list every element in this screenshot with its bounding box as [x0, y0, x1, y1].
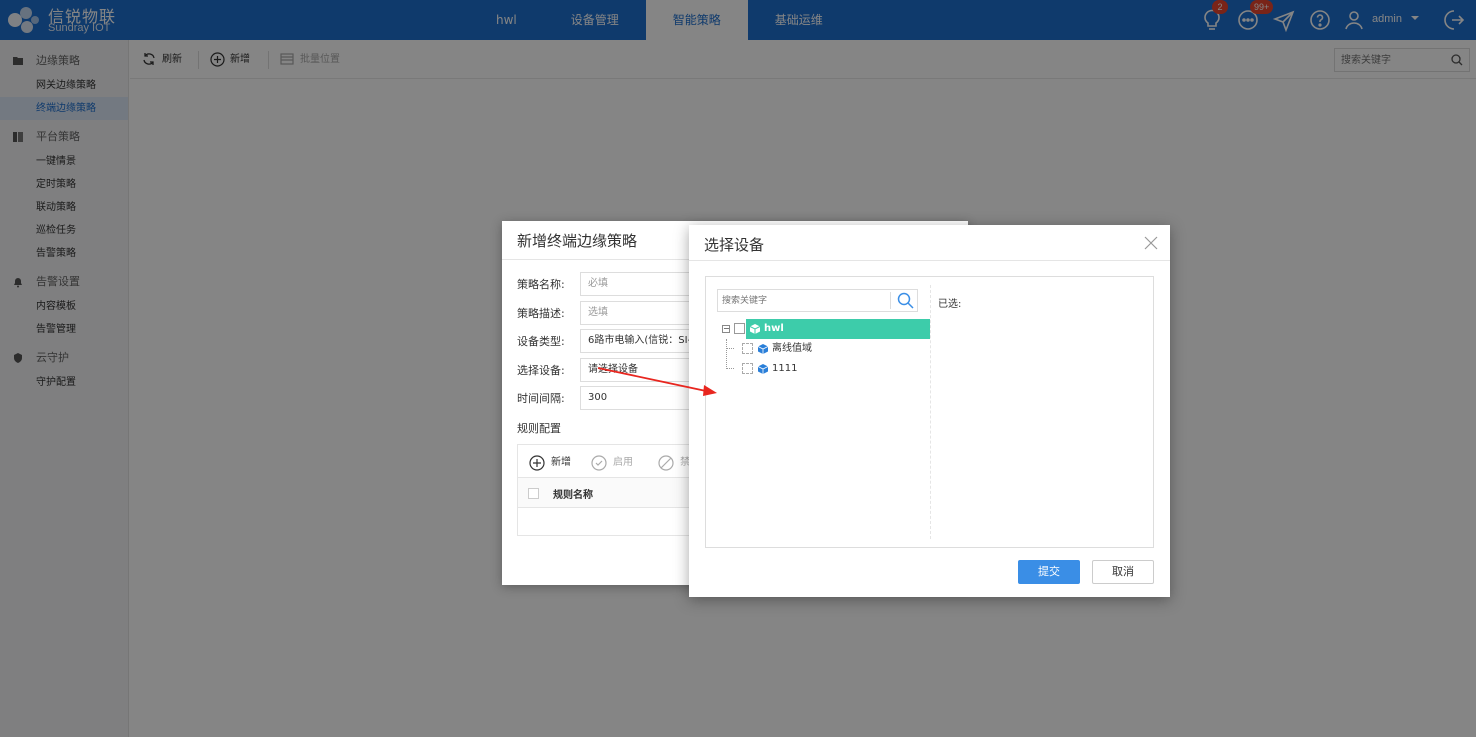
dialog-title: 选择设备 — [704, 236, 765, 254]
ban-icon — [658, 455, 674, 471]
tree-node-checkbox[interactable] — [742, 363, 753, 374]
column-rule-name: 规则名称 — [553, 490, 593, 501]
tree-node-label: 离线值域 — [772, 343, 812, 354]
check-circle-icon — [591, 455, 607, 471]
cancel-button[interactable]: 取消 — [1092, 560, 1154, 584]
rule-enable-label: 启用 — [613, 457, 633, 468]
tree-node-checkbox[interactable] — [734, 323, 745, 334]
dialog-title: 新增终端边缘策略 — [517, 232, 638, 250]
select-device-dialog: 选择设备 − hwl 离线值域 1111 — [689, 225, 1170, 597]
rule-enable-button[interactable]: 启用 — [591, 455, 633, 471]
strategy-name-label: 策略名称: — [517, 278, 565, 291]
rule-add-button[interactable]: 新增 — [529, 455, 571, 471]
tree-connector — [726, 368, 734, 369]
tree-node-checkbox[interactable] — [742, 343, 753, 354]
tree-node-label: 1111 — [772, 363, 798, 374]
device-select-panel: − hwl 离线值域 1111 已选: — [705, 276, 1154, 548]
tree-search — [717, 289, 918, 312]
select-device-label: 选择设备: — [517, 364, 565, 377]
tree-search-input[interactable] — [718, 290, 888, 311]
cube-icon — [757, 344, 769, 354]
rule-add-label: 新增 — [551, 457, 571, 468]
plus-circle-icon — [529, 455, 545, 471]
tree-node-child[interactable]: 离线值域 — [722, 339, 930, 359]
interval-label: 时间间隔: — [517, 392, 565, 405]
select-all-checkbox[interactable] — [528, 488, 539, 499]
search-icon[interactable] — [897, 292, 914, 309]
panel-divider — [930, 285, 931, 539]
close-icon[interactable] — [1144, 236, 1158, 250]
tree-connector — [726, 339, 727, 367]
collapse-icon[interactable]: − — [722, 325, 730, 333]
tree-node-root[interactable]: − hwl — [722, 319, 930, 339]
rule-config-label: 规则配置 — [517, 422, 561, 435]
tree-node-child[interactable]: 1111 — [722, 359, 930, 379]
search-divider — [890, 292, 891, 309]
cube-icon — [749, 324, 761, 334]
selected-label: 已选: — [938, 299, 962, 310]
cube-icon — [757, 364, 769, 374]
tree-node-label: hwl — [764, 323, 784, 334]
submit-button[interactable]: 提交 — [1018, 560, 1080, 584]
strategy-desc-label: 策略描述: — [517, 307, 565, 320]
device-tree: − hwl 离线值域 1111 — [722, 319, 930, 379]
dialog-divider — [689, 260, 1170, 261]
device-type-label: 设备类型: — [517, 335, 565, 348]
rule-disable-button[interactable]: 禁 — [658, 455, 690, 471]
tree-connector — [726, 348, 734, 349]
